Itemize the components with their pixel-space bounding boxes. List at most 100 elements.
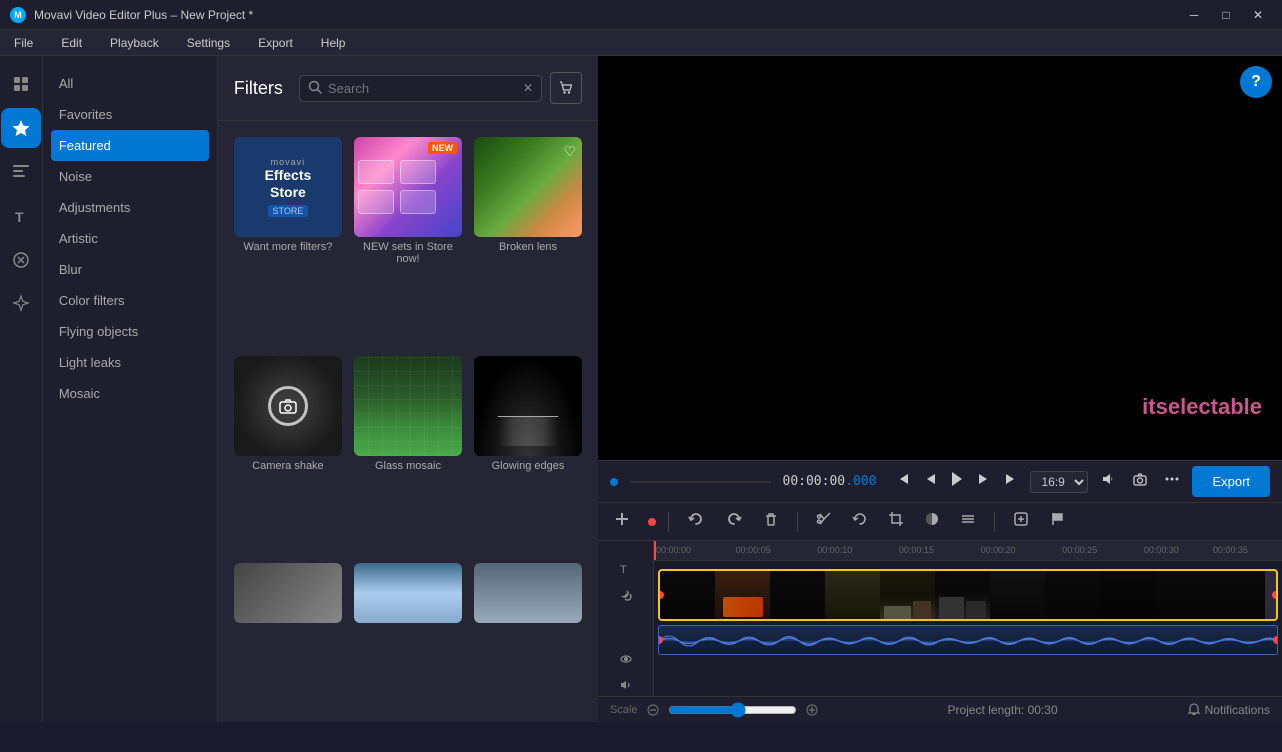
tool-media[interactable] — [1, 64, 41, 104]
timeline-cursor-head — [648, 518, 656, 526]
menu-settings[interactable]: Settings — [181, 34, 236, 52]
scale-slider[interactable] — [668, 702, 797, 718]
aspect-ratio-select[interactable]: 16:9 — [1030, 471, 1088, 493]
help-button[interactable]: ? — [1240, 66, 1272, 98]
export-button[interactable]: Export — [1192, 466, 1270, 497]
insert-button[interactable] — [1007, 507, 1035, 536]
filter-card-row2-1[interactable] — [234, 563, 342, 706]
cut-button[interactable] — [810, 507, 838, 536]
video-track[interactable] — [658, 569, 1278, 621]
filters-grid: movavi Effects Store STORE Want more fil… — [218, 121, 598, 722]
filter-card-row2-3[interactable] — [474, 563, 582, 706]
sidebar-item-featured[interactable]: Featured — [51, 130, 209, 161]
notifications-button[interactable]: Notifications — [1187, 703, 1270, 717]
tool-text[interactable]: T — [1, 196, 41, 236]
crop-button[interactable] — [882, 507, 910, 536]
goto-end-button[interactable] — [1000, 468, 1022, 495]
filter-card-glass-mosaic[interactable]: Glass mosaic — [354, 356, 462, 551]
sidebar-item-light-leaks[interactable]: Light leaks — [43, 347, 217, 378]
left-toolbar: T — [0, 56, 43, 722]
video-strip — [660, 569, 1265, 621]
filter-card-camera-shake[interactable]: Camera shake — [234, 356, 342, 551]
ruler-mark-25: 00:00:25 — [1062, 545, 1097, 555]
track-link-icon[interactable] — [610, 583, 642, 607]
separator-2 — [797, 512, 798, 532]
menu-playback[interactable]: Playback — [104, 34, 165, 52]
menu-bar: File Edit Playback Settings Export Help — [0, 30, 1282, 56]
tracks-container — [654, 561, 1282, 661]
timeline-content: T — [598, 541, 1282, 696]
window-controls: ─ □ ✕ — [1180, 5, 1272, 25]
add-track-button[interactable] — [608, 507, 636, 536]
audio-eye-icon[interactable] — [610, 647, 642, 671]
search-icon — [308, 80, 322, 97]
clear-search-icon[interactable]: ✕ — [523, 81, 533, 95]
cart-button[interactable] — [550, 72, 582, 104]
sidebar-item-all[interactable]: All — [43, 68, 217, 99]
filter-card-new-sets[interactable]: NEW NEW sets in Store now! — [354, 137, 462, 344]
snapshot-button[interactable] — [1128, 467, 1152, 496]
scale-label: Scale — [610, 704, 638, 716]
camera-circle-icon — [268, 386, 308, 426]
flag-button[interactable] — [1043, 507, 1071, 536]
tool-transitions[interactable] — [1, 240, 41, 280]
menu-edit[interactable]: Edit — [55, 34, 88, 52]
svg-text:T: T — [15, 209, 24, 225]
tool-titles[interactable] — [1, 152, 41, 192]
separator-1 — [668, 512, 669, 532]
filter-card-glowing-edges[interactable]: Glowing edges — [474, 356, 582, 551]
search-input[interactable] — [328, 81, 517, 96]
step-back-button[interactable] — [918, 468, 940, 495]
undo-button[interactable] — [681, 506, 711, 537]
separator-3 — [994, 512, 995, 532]
audio-track-wrapper — [658, 625, 1278, 655]
audio-handle-right[interactable] — [1273, 636, 1278, 644]
menu-file[interactable]: File — [8, 34, 39, 52]
maximize-button[interactable]: □ — [1212, 5, 1240, 25]
more-options-button[interactable] — [1160, 467, 1184, 496]
play-button[interactable] — [944, 466, 970, 497]
menu-export[interactable]: Export — [252, 34, 299, 52]
svg-text:T: T — [620, 564, 627, 576]
sidebar-item-noise[interactable]: Noise — [43, 161, 217, 192]
menu-help[interactable]: Help — [315, 34, 352, 52]
close-button[interactable]: ✕ — [1244, 5, 1272, 25]
title-bar-left: M Movavi Video Editor Plus – New Project… — [10, 7, 253, 23]
timeline-toolbar — [598, 503, 1282, 541]
filters-panel: Filters ✕ movavi Effects Store — [218, 56, 598, 722]
filter-label-broken-lens: Broken lens — [474, 237, 582, 257]
preview-controls: 00:00:00.000 — [598, 460, 1282, 502]
main-right: itselectable ? 00:00:00.000 — [598, 56, 1282, 722]
ruler-mark-15: 00:00:15 — [899, 545, 934, 555]
rotate-button[interactable] — [846, 507, 874, 536]
playhead-indicator — [610, 478, 618, 486]
filter-card-row2-2[interactable] — [354, 563, 462, 706]
filter-card-broken-lens[interactable]: ♡ Broken lens — [474, 137, 582, 344]
preview-progress-bar[interactable] — [630, 481, 770, 483]
sidebar-item-flying-objects[interactable]: Flying objects — [43, 316, 217, 347]
redo-button[interactable] — [719, 506, 749, 537]
filter-label-glass-mosaic: Glass mosaic — [354, 456, 462, 476]
audio-waveform — [659, 626, 1278, 655]
track-handle-right[interactable] — [1272, 591, 1278, 599]
sidebar-item-favorites[interactable]: Favorites — [43, 99, 217, 130]
audio-volume-icon[interactable] — [610, 673, 642, 696]
delete-button[interactable] — [757, 507, 785, 536]
sidebar-item-mosaic[interactable]: Mosaic — [43, 378, 217, 409]
time-display: 00:00:00.000 — [783, 474, 877, 489]
sidebar-item-artistic[interactable]: Artistic — [43, 223, 217, 254]
step-forward-button[interactable] — [974, 468, 996, 495]
volume-button[interactable] — [1096, 467, 1120, 496]
sidebar-item-color-filters[interactable]: Color filters — [43, 285, 217, 316]
tool-favorites[interactable] — [1, 108, 41, 148]
filter-card-store[interactable]: movavi Effects Store STORE Want more fil… — [234, 137, 342, 344]
audio-track[interactable] — [658, 625, 1278, 655]
sidebar-item-adjustments[interactable]: Adjustments — [43, 192, 217, 223]
goto-start-button[interactable] — [892, 468, 914, 495]
minimize-button[interactable]: ─ — [1180, 5, 1208, 25]
sidebar-item-blur[interactable]: Blur — [43, 254, 217, 285]
tool-effects[interactable] — [1, 284, 41, 324]
filter-label-row2-2 — [354, 623, 462, 631]
color-button[interactable] — [918, 507, 946, 536]
audio-button[interactable] — [954, 507, 982, 536]
